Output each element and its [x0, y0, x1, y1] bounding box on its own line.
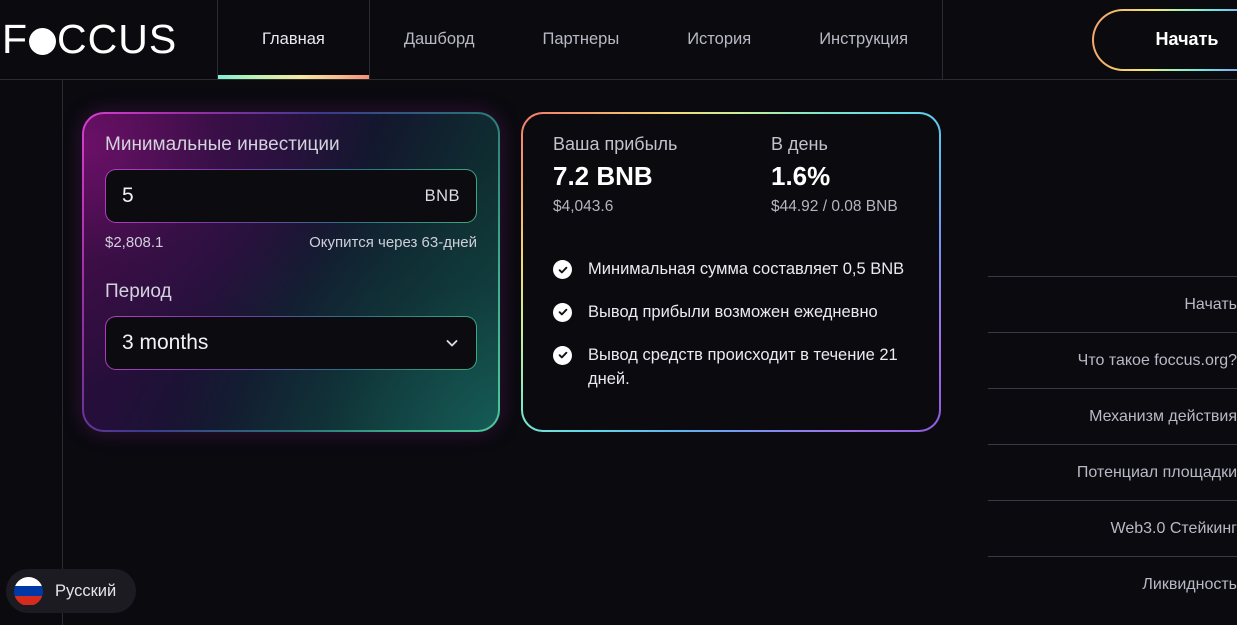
- nav-item-home[interactable]: Главная: [217, 0, 370, 79]
- profit-summary-body: Ваша прибыль 7.2 BNB $4,043.6 В день 1.6…: [523, 114, 939, 430]
- toc-item-web3-staking[interactable]: Web3.0 Стейкинг: [988, 500, 1237, 556]
- stat-your-profit: Ваша прибыль 7.2 BNB $4,043.6: [553, 134, 771, 216]
- toc-item-start[interactable]: Начать: [988, 276, 1237, 332]
- nav-item-dashboard[interactable]: Дашборд: [370, 0, 509, 79]
- page-body: Минимальные инвестиции 5 BNB $2,808.1 Ок…: [0, 80, 1237, 625]
- toc-item-liquidity[interactable]: Ликвидность: [988, 556, 1237, 612]
- toc-item-potential[interactable]: Потенциал площадки: [988, 444, 1237, 500]
- investment-calculator-card: Минимальные инвестиции 5 BNB $2,808.1 Ок…: [82, 112, 500, 432]
- nav-item-history[interactable]: История: [653, 0, 785, 79]
- chevron-down-icon: [444, 335, 460, 351]
- toc-item-label: Что такое foccus.org?: [1077, 351, 1237, 369]
- amount-currency-label: BNB: [424, 186, 460, 205]
- toc-item-label: Потенциал площадки: [1076, 463, 1237, 481]
- nav-item-label: Главная: [262, 30, 325, 48]
- nav-item-label: История: [687, 30, 752, 48]
- list-item: Вывод средств происходит в течение 21 дн…: [553, 344, 909, 392]
- toc-item-what-is-foccus[interactable]: Что такое foccus.org?: [988, 332, 1237, 388]
- logo-zone: F CCUS: [0, 0, 217, 79]
- toc-item-label: Ликвидность: [1142, 575, 1237, 593]
- flag-stripe-blue: [14, 586, 43, 596]
- check-circle-icon: [553, 345, 572, 365]
- site-header: F CCUS Главная Дашборд Партнеры История …: [0, 0, 1237, 80]
- profit-stats-row: Ваша прибыль 7.2 BNB $4,043.6 В день 1.6…: [553, 134, 909, 216]
- list-item-label: Минимальная сумма составляет 0,5 BNB: [588, 260, 905, 278]
- toc-item-label: Web3.0 Стейкинг: [1110, 519, 1237, 537]
- logo-dot-icon: [29, 28, 57, 55]
- check-circle-icon: [553, 260, 572, 279]
- minimum-investment-label: Минимальные инвестиции: [105, 134, 340, 155]
- nav-item-label: Дашборд: [403, 30, 475, 48]
- logo-prefix: F: [2, 16, 29, 62]
- stat-sub-value: $4,043.6: [553, 198, 614, 215]
- list-item-label: Вывод средств происходит в течение 21 дн…: [588, 345, 898, 388]
- check-circle-icon: [553, 302, 572, 322]
- stat-per-day: В день 1.6% $44.92 / 0.08 BNB: [771, 134, 898, 216]
- language-label: Русский: [55, 581, 117, 600]
- amount-input[interactable]: 5: [122, 184, 134, 208]
- main-navigation: Главная Дашборд Партнеры История Инструк…: [217, 0, 942, 79]
- start-button[interactable]: Начать: [1092, 8, 1237, 71]
- list-item: Вывод прибыли возможен ежедневно: [553, 301, 909, 325]
- profit-bullet-list: Минимальная сумма составляет 0,5 BNB Выв…: [553, 258, 909, 392]
- flag-stripe-white: [14, 576, 43, 587]
- period-select-value: 3 months: [122, 331, 209, 354]
- nav-item-label: Инструкция: [819, 30, 909, 48]
- header-right-zone: Начать: [942, 0, 1237, 79]
- stat-value: 7.2 BNB: [553, 161, 653, 191]
- investment-calculator-body: Минимальные инвестиции 5 BNB $2,808.1 Ок…: [84, 114, 498, 430]
- payback-period-text: Окупится через 63-дней: [309, 234, 477, 251]
- russia-flag-icon: [14, 576, 43, 606]
- stat-label: В день: [771, 134, 828, 154]
- list-item: Минимальная сумма составляет 0,5 BNB: [553, 258, 909, 282]
- period-select-wrapper[interactable]: 3 months: [105, 316, 477, 370]
- amount-input-wrapper[interactable]: 5 BNB: [105, 169, 477, 223]
- table-of-contents: Начать Что такое foccus.org? Механизм де…: [988, 276, 1237, 612]
- language-selector[interactable]: Русский: [6, 569, 137, 613]
- nav-item-partners[interactable]: Партнеры: [508, 0, 653, 79]
- layout-grid-line: [62, 80, 63, 625]
- list-item-label: Вывод прибыли возможен ежедневно: [588, 302, 878, 321]
- period-label: Период: [105, 281, 172, 302]
- nav-item-label: Партнеры: [542, 30, 620, 48]
- profit-summary-card: Ваша прибыль 7.2 BNB $4,043.6 В день 1.6…: [521, 112, 941, 432]
- logo-suffix: CCUS: [57, 16, 178, 62]
- period-select-inner: 3 months: [106, 317, 476, 369]
- flag-stripe-red: [14, 595, 43, 606]
- amount-usd-value: $2,808.1: [105, 234, 164, 251]
- toc-item-mechanism[interactable]: Механизм действия: [988, 388, 1237, 444]
- stat-sub-value: $44.92 / 0.08 BNB: [771, 198, 898, 215]
- amount-input-inner: 5 BNB: [106, 170, 476, 222]
- nav-item-instruction[interactable]: Инструкция: [785, 0, 942, 79]
- site-logo[interactable]: F CCUS: [2, 16, 177, 63]
- start-button-label: Начать: [1094, 10, 1237, 69]
- amount-meta-row: $2,808.1 Окупится через 63-дней: [105, 234, 477, 251]
- stat-value: 1.6%: [771, 161, 831, 191]
- toc-item-label: Начать: [1184, 295, 1237, 313]
- stat-label: Ваша прибыль: [553, 134, 678, 154]
- toc-item-label: Механизм действия: [1089, 407, 1237, 425]
